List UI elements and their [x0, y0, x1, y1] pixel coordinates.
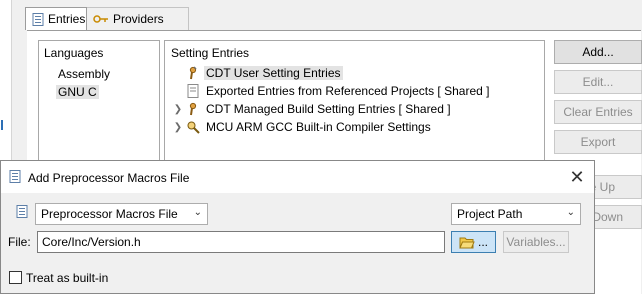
folder-open-icon — [459, 237, 475, 248]
languages-title: Languages — [44, 46, 104, 60]
managed-build-icon — [184, 101, 202, 117]
variables-button[interactable]: Variables... — [503, 231, 569, 253]
entry-label: CDT Managed Build Setting Entries [ Shar… — [206, 102, 451, 116]
path-type-value: Project Path — [457, 207, 523, 221]
chevron-down-icon: ⌄ — [193, 207, 202, 218]
browse-button[interactable]: ... — [451, 231, 496, 253]
tab-entries-label: Entries — [48, 12, 86, 26]
entry-cdt-user-setting[interactable]: CDT User Setting Entries — [172, 64, 343, 82]
file-label: File: — [8, 235, 31, 249]
providers-icon — [93, 15, 108, 23]
dialog-title: Add Preprocessor Macros File — [28, 171, 190, 185]
entry-mcu-arm-gcc[interactable]: ❯ MCU ARM GCC Built-in Compiler Settings — [172, 118, 431, 136]
language-item-gnu-c[interactable]: GNU C — [56, 85, 99, 99]
setting-entries-title: Setting Entries — [171, 46, 250, 60]
tab-providers[interactable]: Providers — [87, 7, 189, 30]
edit-button[interactable]: Edit... — [554, 70, 642, 94]
entry-label: CDT User Setting Entries — [204, 66, 343, 80]
file-path-value: Core/Inc/Version.h — [42, 235, 141, 249]
treat-builtin-checkbox[interactable] — [9, 271, 22, 284]
user-setting-icon — [184, 65, 202, 81]
chevron-right-icon[interactable]: ❯ — [172, 122, 184, 133]
compiler-settings-icon — [184, 119, 202, 135]
chevron-right-icon[interactable]: ❯ — [172, 104, 184, 115]
macros-file-type-icon — [16, 205, 28, 218]
add-button[interactable]: Add... — [554, 40, 642, 64]
close-icon[interactable]: ✕ — [566, 166, 588, 188]
path-type-select[interactable]: Project Path ⌄ — [451, 203, 581, 225]
tab-entries[interactable]: Entries — [25, 7, 87, 30]
entry-managed-build[interactable]: ❯ CDT Managed Build Setting Entries [ Sh… — [172, 100, 451, 118]
language-item-assembly[interactable]: Assembly — [58, 67, 110, 81]
browse-label: ... — [477, 235, 488, 249]
entries-icon — [32, 12, 44, 26]
tab-providers-label: Providers — [113, 12, 164, 26]
languages-list[interactable] — [38, 40, 160, 180]
file-path-input[interactable]: Core/Inc/Version.h — [37, 231, 445, 253]
chevron-down-icon: ⌄ — [566, 207, 575, 218]
clear-entries-button[interactable]: Clear Entries — [554, 100, 642, 124]
treat-builtin-label: Treat as built-in — [26, 271, 109, 285]
exported-entries-icon — [184, 83, 202, 99]
left-edge-marker — [1, 120, 3, 130]
entry-label: Exported Entries from Referenced Project… — [206, 84, 490, 98]
dialog-file-icon — [9, 170, 21, 183]
entry-kind-select[interactable]: Preprocessor Macros File ⌄ — [35, 203, 208, 225]
entry-exported-entries[interactable]: Exported Entries from Referenced Project… — [172, 82, 489, 100]
entry-label: MCU ARM GCC Built-in Compiler Settings — [206, 120, 431, 134]
entry-kind-value: Preprocessor Macros File — [41, 207, 178, 221]
export-button[interactable]: Export — [554, 130, 642, 154]
